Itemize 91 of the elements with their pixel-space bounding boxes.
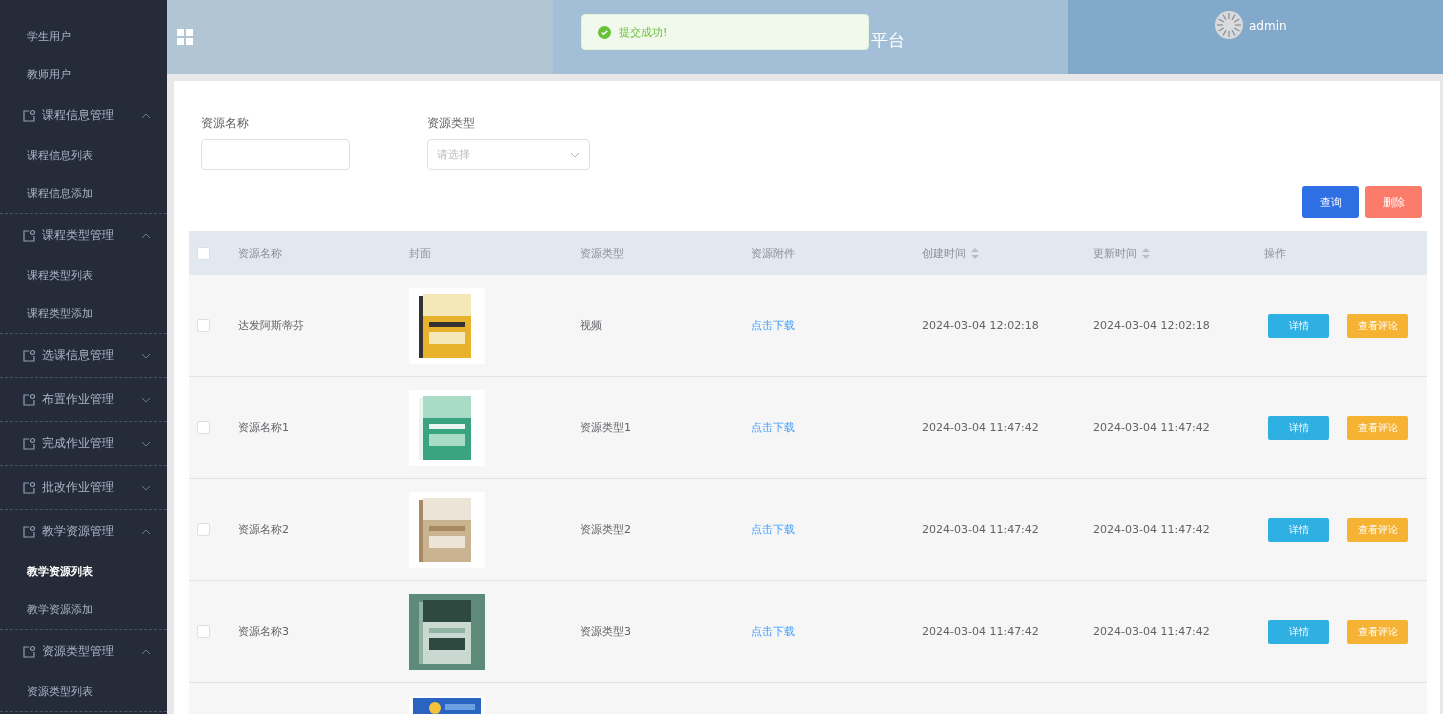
group-label: 课程信息管理 [42,107,115,124]
sidebar-item[interactable]: 课程信息列表 [0,137,167,175]
sort-icon[interactable] [1142,247,1150,259]
row-checkbox[interactable] [197,421,210,434]
table-cell: 资源名称2 [238,522,289,537]
sidebar-item[interactable]: 学生用户 [0,18,167,56]
group-label: 完成作业管理 [42,435,115,452]
sidebar-item[interactable]: 资源类型列表 [0,673,167,711]
sidebar-item[interactable]: 课程信息添加 [0,175,167,213]
sidebar-group[interactable]: 资源类型管理 [0,630,167,673]
check-circle-icon [598,25,611,39]
column-header: 封面 [409,245,431,261]
row-checkbox[interactable] [197,625,210,638]
chevron-down-icon [141,396,151,403]
sidebar-group[interactable]: 课程类型管理 [0,214,167,257]
grid-icon[interactable] [177,29,193,45]
column-header: 资源类型 [580,245,624,261]
chevron-up-icon [141,528,151,535]
table-cell: 资源名称3 [238,624,289,639]
details-button[interactable]: 详情 [1268,313,1329,338]
sidebar-group[interactable]: 批改作业管理 [0,466,167,509]
folder-icon [22,436,36,451]
folder-icon [22,644,36,659]
table-cell: 2024-03-04 11:47:42 [1093,523,1210,536]
column-header[interactable]: 更新时间 [1093,245,1150,261]
column-header: 资源名称 [238,245,282,261]
group-label: 教学资源管理 [42,523,115,540]
folder-icon [22,524,36,539]
folder-icon [22,228,36,243]
sidebar-item[interactable]: 课程类型添加 [0,295,167,333]
user-name[interactable]: admin [1249,11,1287,41]
folder-icon [22,108,36,123]
table-cell: 2024-03-04 11:47:42 [922,421,1039,434]
chevron-up-icon [141,648,151,655]
toast-message: 提交成功! [619,24,668,40]
filter-label: 资源名称 [201,115,250,132]
table-cell: 视频 [580,318,602,333]
delete-button[interactable]: 删除 [1365,186,1422,218]
filter-label: 资源类型 [427,115,476,132]
sidebar-group[interactable]: 布置作业管理 [0,378,167,421]
folder-icon [22,392,36,407]
table-cell: 2024-03-04 11:47:42 [922,523,1039,536]
group-label: 课程类型管理 [42,227,115,244]
download-link[interactable]: 点击下载 [751,318,795,333]
sidebar-item[interactable]: 课程类型列表 [0,257,167,295]
avatar-icon[interactable] [1215,11,1243,39]
sidebar-group[interactable]: 选课信息管理 [0,334,167,377]
table-cell: 2024-03-04 12:02:18 [1093,319,1210,332]
download-link[interactable]: 点击下载 [751,522,795,537]
column-header[interactable]: 创建时间 [922,245,979,261]
details-button[interactable]: 详情 [1268,619,1329,644]
table-cell: 达发阿斯蒂芬 [238,318,304,333]
folder-icon [22,480,36,495]
group-label: 资源类型管理 [42,643,115,660]
chevron-down-icon [570,151,580,158]
chevron-down-icon [141,352,151,359]
sidebar-group[interactable]: 教学资源管理 [0,510,167,553]
sidebar-group[interactable]: 完成作业管理 [0,422,167,465]
group-label: 批改作业管理 [42,479,115,496]
folder-icon [22,348,36,363]
table-cell: 2024-03-04 12:02:18 [922,319,1039,332]
sidebar-item[interactable]: 教学资源添加 [0,591,167,629]
chevron-up-icon [141,232,151,239]
table-cell: 资源类型3 [580,624,631,639]
chevron-down-icon [141,484,151,491]
app-title: 平台 [871,28,905,52]
search-button[interactable]: 查询 [1302,186,1359,218]
column-header: 资源附件 [751,245,795,261]
table-cell: 2024-03-04 11:47:42 [922,625,1039,638]
table-cell: 资源类型1 [580,420,631,435]
group-label: 布置作业管理 [42,391,115,408]
table-cell: 2024-03-04 11:47:42 [1093,421,1210,434]
select-all-checkbox[interactable] [197,246,210,260]
row-checkbox[interactable] [197,523,210,536]
row-checkbox[interactable] [197,319,210,332]
download-link[interactable]: 点击下载 [751,624,795,639]
download-link[interactable]: 点击下载 [751,420,795,435]
details-button[interactable]: 详情 [1268,517,1329,542]
sidebar-item[interactable]: 教学资源列表 [0,553,167,591]
chevron-up-icon [141,112,151,119]
sidebar-group[interactable]: 课程信息管理 [0,94,167,137]
sidebar-item[interactable]: 教师用户 [0,56,167,94]
name-input-field[interactable] [201,139,350,170]
group-label: 选课信息管理 [42,347,115,364]
sort-icon[interactable] [971,247,979,259]
table-cell: 2024-03-04 11:47:42 [1093,625,1210,638]
table-cell: 资源名称1 [238,420,289,435]
chevron-down-icon [141,440,151,447]
table-cell: 资源类型2 [580,522,631,537]
details-button[interactable]: 详情 [1268,415,1329,440]
column-header: 操作 [1264,245,1286,261]
